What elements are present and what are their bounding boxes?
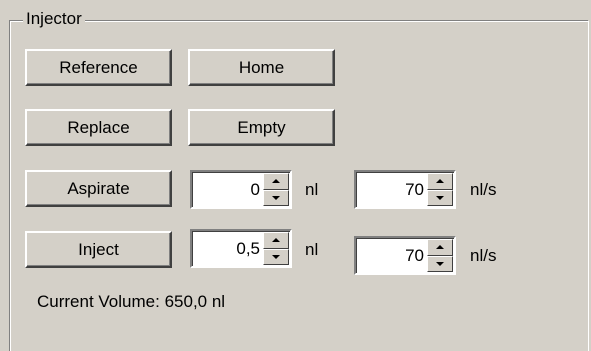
inject-speed-value[interactable]: 70 [360,238,424,273]
inject-speed-spinbox[interactable]: 70 [354,236,456,275]
home-button[interactable]: Home [188,49,335,86]
spin-down-arrow-icon[interactable] [427,189,453,206]
spin-up-arrow-icon[interactable] [263,232,289,249]
reference-button[interactable]: Reference [25,49,172,86]
empty-button[interactable]: Empty [188,109,335,146]
aspirate-volume-spinbox[interactable]: 0 [190,170,292,209]
aspirate-volume-value[interactable]: 0 [196,172,260,207]
aspirate-speed-spinbox[interactable]: 70 [354,170,456,209]
current-volume-value: 650,0 nl [164,292,226,311]
spin-down-arrow-icon[interactable] [263,189,289,206]
replace-button[interactable]: Replace [25,109,172,146]
spin-down-arrow-icon[interactable] [263,248,289,265]
spin-down-arrow-icon[interactable] [427,255,453,272]
groupbox-title: Injector [23,9,85,29]
spin-up-arrow-icon[interactable] [263,173,289,190]
spin-up-arrow-icon[interactable] [427,173,453,190]
aspirate-speed-value[interactable]: 70 [360,172,424,207]
inject-speed-unit: nl/s [470,246,497,265]
aspirate-speed-unit: nl/s [470,180,497,199]
inject-volume-spinbox[interactable]: 0,5 [190,229,292,268]
current-volume-status: Current Volume: 650,0 nl [37,292,225,312]
spin-up-arrow-icon[interactable] [427,239,453,256]
current-volume-label: Current Volume: [37,292,160,311]
inject-button[interactable]: Inject [25,231,172,268]
aspirate-button[interactable]: Aspirate [25,170,172,207]
aspirate-volume-unit: nl [305,180,319,199]
inject-volume-value[interactable]: 0,5 [196,231,260,266]
inject-volume-unit: nl [305,240,319,259]
